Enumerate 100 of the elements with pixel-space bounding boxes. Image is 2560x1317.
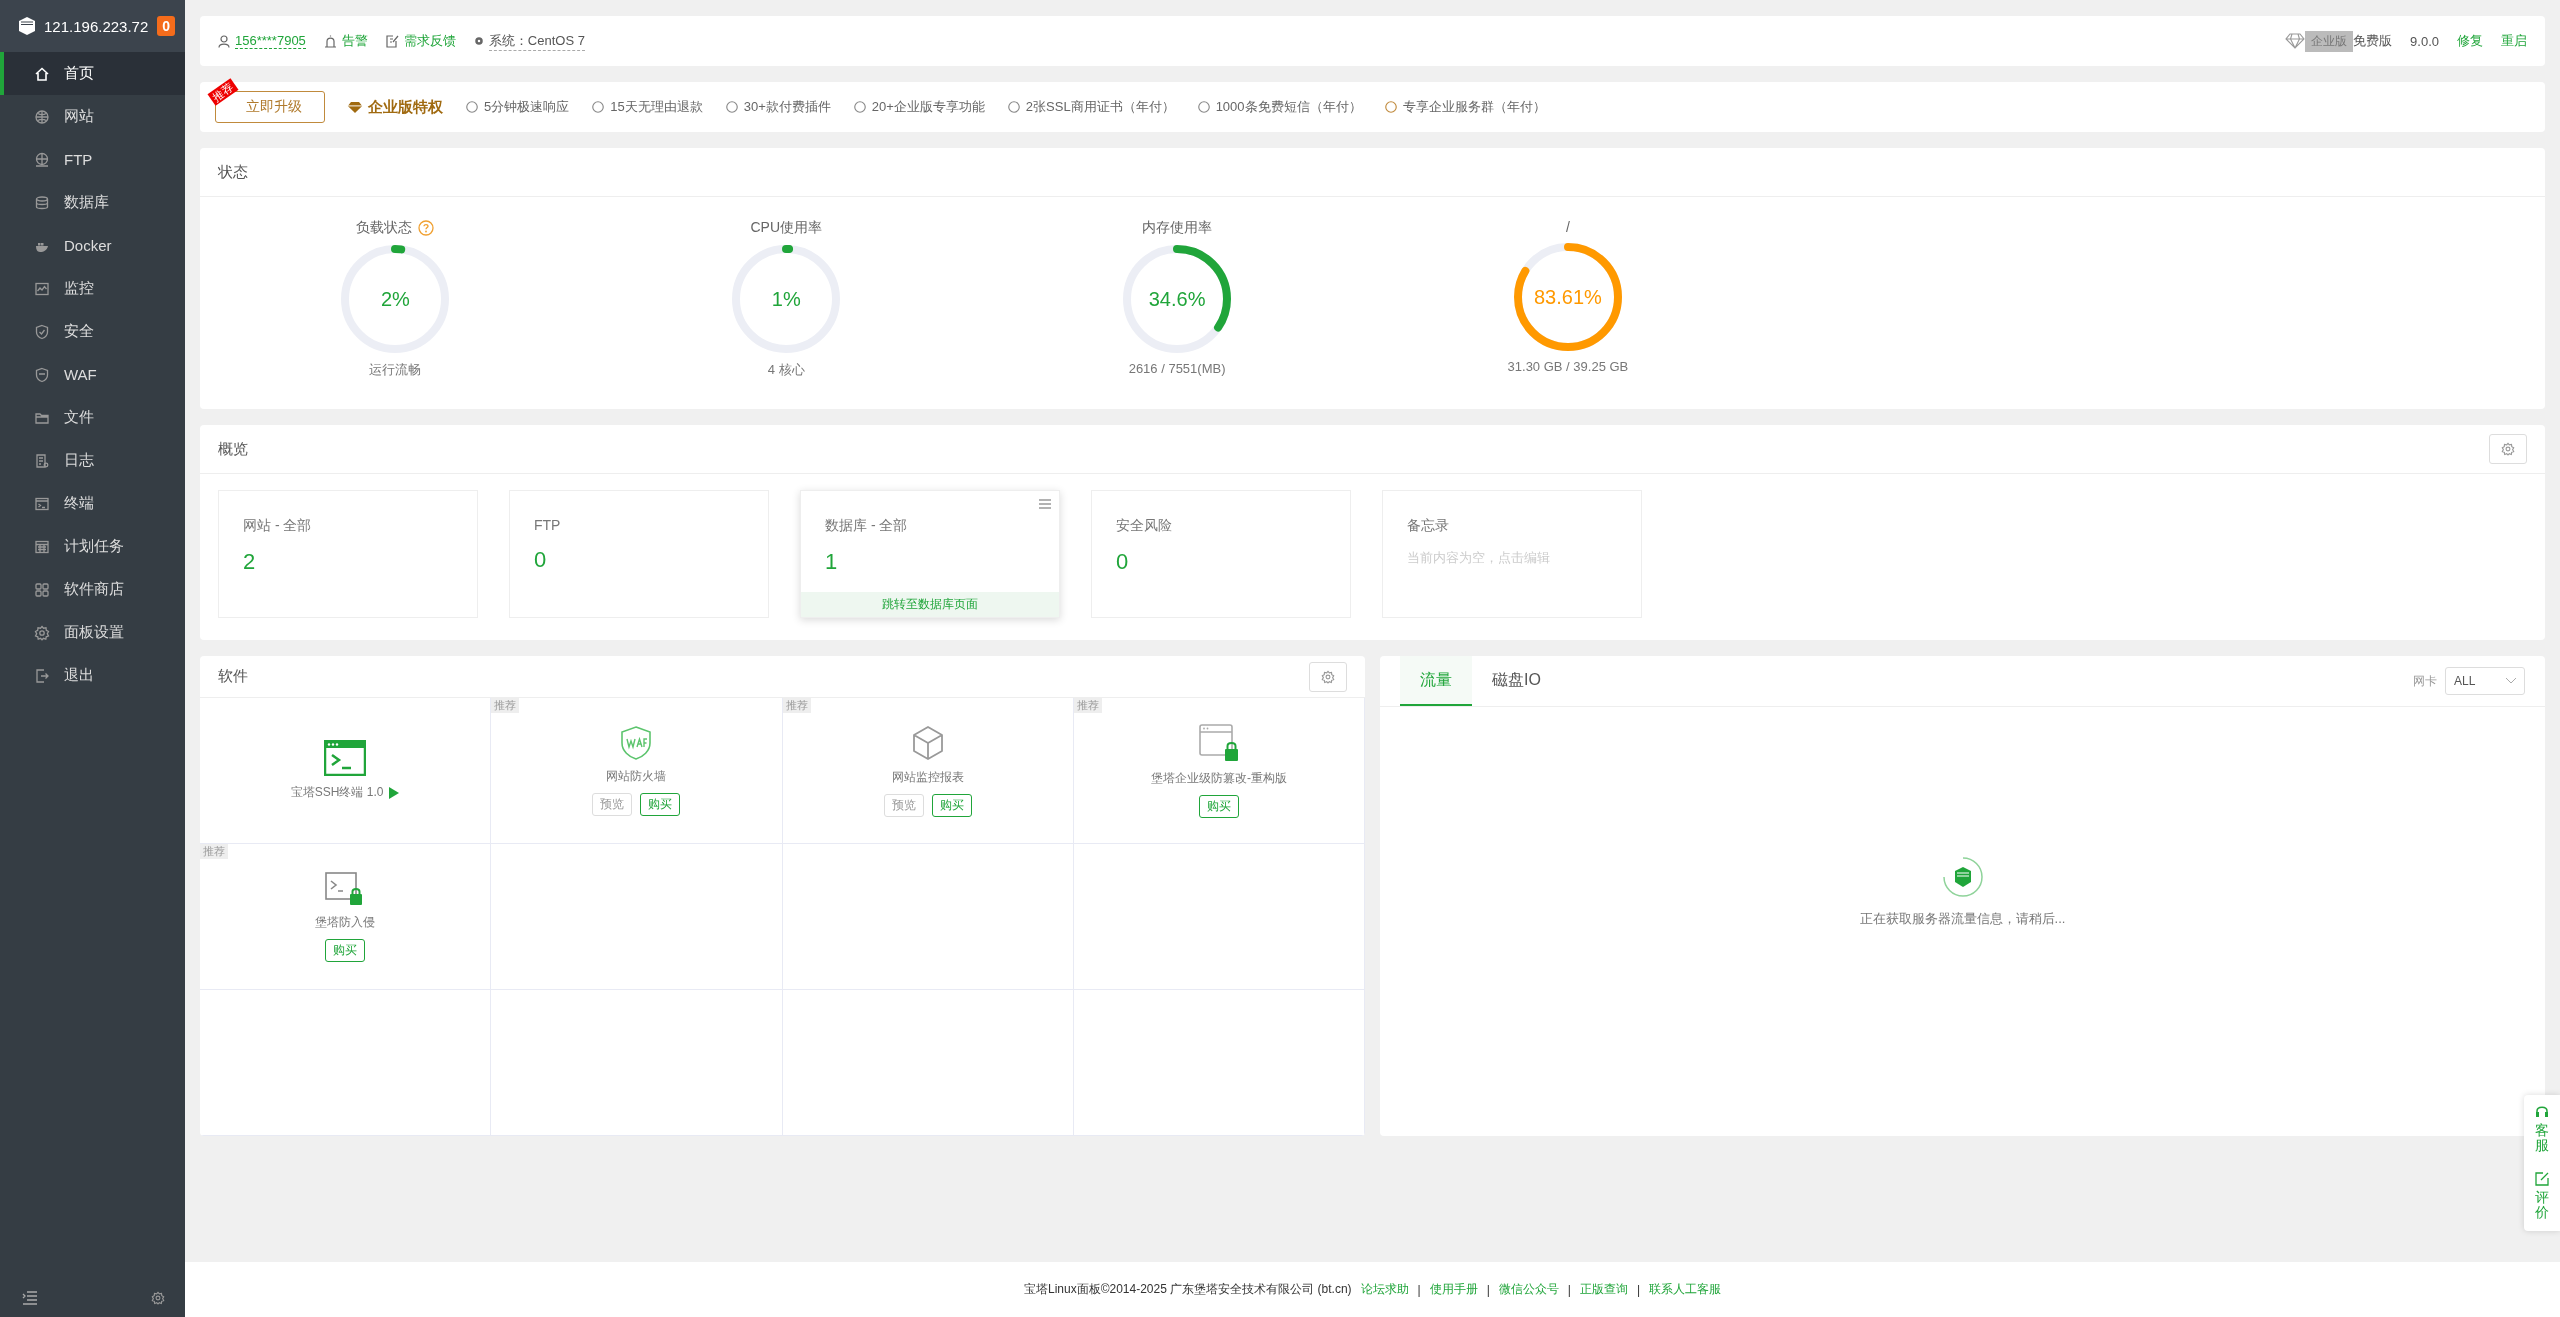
tab[interactable]: 流量 [1400,656,1472,706]
buy-button[interactable]: 购买 [1198,794,1239,818]
sidebar-item[interactable]: 数据库 [0,181,185,224]
database-link[interactable]: 跳转至数据库页面 [801,592,1059,617]
overview-card[interactable]: FTP 0 [509,490,769,618]
user-icon [218,34,230,48]
footer-link[interactable]: 微信公众号 [1498,1281,1559,1298]
restart-link[interactable]: 重启 [2501,32,2527,50]
sidebar-item[interactable]: 终端 [0,482,185,525]
sidebar-item[interactable]: 日志 [0,439,185,482]
caret-icon [2506,678,2516,684]
preview-button[interactable]: 预览 [592,792,633,816]
settings-button[interactable] [2489,434,2527,464]
document-icon [34,452,50,469]
edit-icon [2535,1171,2549,1186]
gauge-caption: 31.30 GB / 39.25 GB [1507,359,1629,374]
feature-label: 1000条免费短信（年付） [1215,98,1362,116]
home-icon [34,65,50,82]
settings-icon [34,624,50,641]
footer-link[interactable]: 联系人工客服 [1649,1281,1722,1298]
footer-link[interactable]: 使用手册 [1429,1281,1478,1298]
separator: | [1567,1282,1571,1297]
overview-card[interactable]: 网站 - 全部 2 [218,490,478,618]
feature-icon [591,100,606,114]
sidebar-item[interactable]: 计划任务 [0,525,185,568]
repair-link[interactable]: 修复 [2457,32,2483,50]
software-tile[interactable]: 推荐 网站监控报表 预览 购买 [782,698,1074,844]
preview-button[interactable]: 预览 [883,793,924,817]
play-icon[interactable] [389,786,400,799]
menu-icon[interactable] [1039,499,1051,509]
sidebar-item[interactable]: WAF [0,353,185,396]
software-name: 宝塔SSH终端 1.0 [290,784,384,801]
separator: | [1636,1282,1641,1297]
review-button[interactable]: 评价 [2535,1171,2549,1221]
feature-label: 2张SSL商用证书（年付） [1025,98,1175,116]
alert-link[interactable]: 告警 [341,32,368,50]
edition-label: 免费版 [2353,32,2393,50]
service-button[interactable]: 客服 [2535,1105,2549,1154]
terminal-icon [34,495,50,512]
sidebar-item[interactable]: 网站 [0,95,185,138]
nic-select[interactable]: ALL [2445,667,2525,695]
card-title: 数据库 - 全部 [825,517,909,535]
buy-button[interactable]: 购买 [325,938,366,962]
gauge-title: 负载状态 [356,219,413,237]
sidebar-item[interactable]: 软件商店 [0,568,185,611]
footer-link[interactable]: 论坛求助 [1360,1281,1409,1298]
user-link[interactable]: 156****7905 [235,33,306,49]
sidebar-item[interactable]: 安全 [0,310,185,353]
loading-icon [1941,855,1984,898]
separator: | [1486,1282,1490,1297]
diamond-icon [347,100,363,114]
overview-card[interactable]: 安全风险 0 [1091,490,1351,618]
section-title: 状态 [218,162,248,182]
logout-icon [34,667,50,684]
sidebar-item[interactable]: Docker [0,224,185,267]
software-tile[interactable]: 推荐 堡塔防入侵 购买 [200,844,492,990]
notification-badge[interactable]: 0 [157,16,175,36]
sidebar-item[interactable]: 监控 [0,267,185,310]
footer-link[interactable]: 正版查询 [1579,1281,1628,1298]
sidebar-item[interactable]: 首页 [0,52,185,95]
software-tile[interactable]: 推荐 网站防火墙 预览 购买 [491,698,783,844]
diamond-icon [2285,33,2306,49]
feedback-link[interactable]: 需求反馈 [403,32,456,50]
section-title: 软件 [218,667,248,686]
headset-icon [2535,1105,2549,1119]
feature-icon [1383,100,1398,114]
settings-icon[interactable] [151,1291,165,1305]
sidebar-item[interactable]: 文件 [0,396,185,439]
feature-icon [465,100,479,114]
gauge-caption: 4 核心 [767,361,805,379]
help-icon[interactable] [418,220,435,236]
sidebar-item[interactable]: 面板设置 [0,611,185,654]
settings-button[interactable] [1309,661,1347,692]
feature-label: 30+款付费插件 [743,98,831,116]
gauge-title: / [1565,219,1570,235]
buy-button[interactable]: 购买 [640,792,681,816]
sidebar-item[interactable]: FTP [0,138,185,181]
tab[interactable]: 磁盘IO [1472,656,1561,706]
copyright-text: 宝塔Linux面板©2014-2025 广东堡塔安全技术有限公司 (bt.cn) [1023,1281,1352,1298]
gauge-value: 34.6% [1148,287,1206,311]
feature-icon [852,100,867,114]
card-value: 0 [534,547,548,573]
gauge-title: CPU使用率 [750,219,822,237]
card-value: 0 [1116,549,1130,575]
system-info[interactable]: 系统：CentOS 7 [488,31,585,51]
shield-icon [620,725,653,760]
sidebar-item[interactable]: 退出 [0,654,185,697]
window-lock-icon [1198,723,1239,762]
shield-icon [34,323,50,340]
card-value: 1 [825,549,839,575]
collapse-icon[interactable] [22,1291,38,1305]
recommended-tag: 推荐 [782,698,811,713]
grid-icon [34,581,50,598]
overview-card[interactable]: 数据库 - 全部 1 跳转至数据库页面 [800,490,1060,618]
buy-button[interactable]: 购买 [931,793,972,817]
gear-icon [473,36,484,46]
software-tile[interactable]: 宝塔SSH终端 1.0 [200,698,492,844]
card-value: 2 [243,549,257,575]
software-tile[interactable]: 推荐 堡塔企业级防篡改-重构版 购买 [1073,698,1365,844]
gauge-value: 2% [380,287,410,311]
